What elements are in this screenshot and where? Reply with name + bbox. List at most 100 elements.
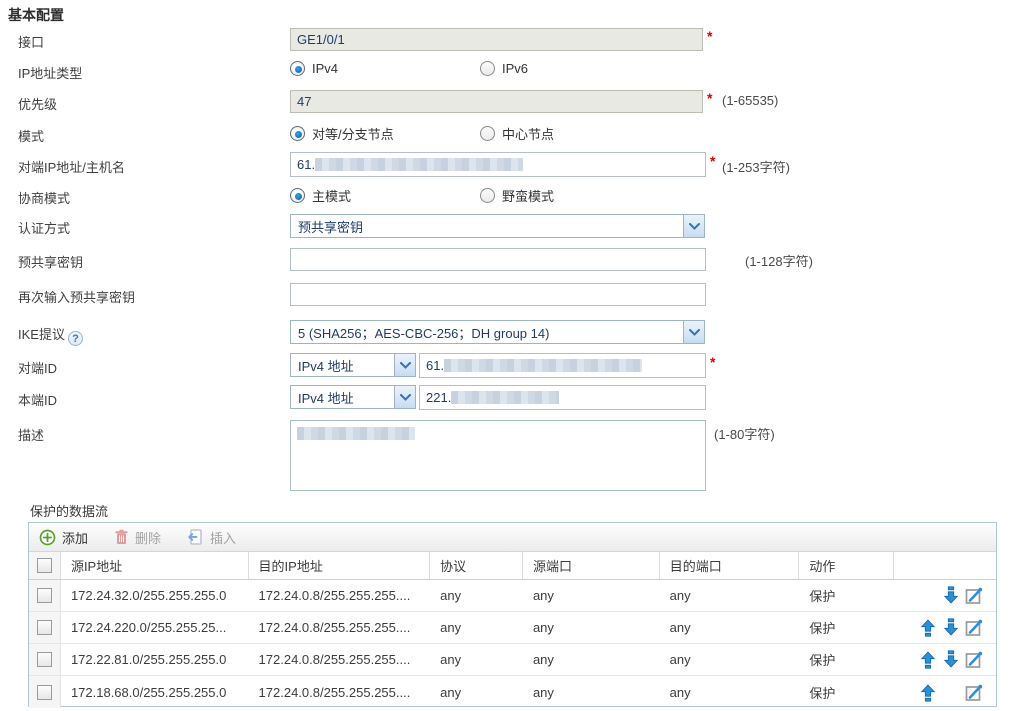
nego-mode-radio-aggressive[interactable]: 野蛮模式: [480, 186, 554, 205]
up-arrow-icon: [920, 651, 936, 669]
help-icon[interactable]: ?: [67, 331, 83, 346]
chevron-down-icon[interactable]: [683, 321, 704, 343]
local-id-value-prefix: 221.: [426, 390, 452, 405]
ip-type-radio-ipv4[interactable]: IPv4: [290, 61, 338, 76]
psk-confirm-input[interactable]: [290, 283, 706, 306]
edit-button[interactable]: [964, 650, 984, 670]
auth-method-value: 预共享密钥: [298, 219, 364, 235]
trash-icon: [115, 529, 128, 544]
radio-selected-icon[interactable]: [290, 61, 305, 76]
psk-label: 预共享密钥: [18, 255, 84, 270]
mode-radio-peer[interactable]: 对等/分支节点: [290, 124, 394, 143]
row-checkbox[interactable]: [36, 684, 52, 700]
radio-selected-icon[interactable]: [290, 188, 305, 203]
local-id-type-select[interactable]: IPv4 地址: [290, 385, 416, 409]
peer-ip-required-asterisk: *: [710, 153, 716, 169]
redacted-blur: [451, 391, 560, 404]
delete-button-label: 删除: [135, 530, 162, 546]
edit-button[interactable]: [964, 682, 984, 702]
peer-id-required-asterisk: *: [710, 354, 716, 370]
add-button[interactable]: 添加: [39, 528, 88, 547]
cell-action: 保护: [809, 685, 836, 701]
cell-action: 保护: [809, 653, 836, 668]
flows-toolbar: 添加 删除 插入: [29, 523, 996, 552]
ike-proposal-select[interactable]: 5 (SHA256；AES-CBC-256；DH group 14): [290, 320, 705, 344]
up-arrow-icon: [920, 683, 936, 702]
move-down-button[interactable]: [941, 618, 961, 638]
up-arrow-icon: [920, 619, 936, 637]
cell-src-port: any: [532, 620, 554, 635]
radio-unselected-icon[interactable]: [480, 188, 495, 203]
auth-method-select[interactable]: 预共享密钥: [290, 214, 705, 238]
insert-left-arrow-icon: [188, 529, 202, 545]
peer-id-label: 对端ID: [18, 361, 58, 376]
ike-proposal-value: 5 (SHA256；AES-CBC-256；DH group 14): [298, 325, 550, 341]
radio-unselected-icon[interactable]: [480, 61, 495, 76]
delete-button[interactable]: 删除: [114, 528, 161, 547]
cell-protocol: any: [440, 684, 462, 700]
description-label: 描述: [18, 428, 45, 443]
move-down-button[interactable]: [941, 650, 961, 670]
ike-proposal-label: IKE提议?: [18, 324, 83, 346]
priority-required-asterisk: *: [707, 90, 713, 106]
cell-dst-ip: 172.24.0.8/255.255.255....: [258, 588, 411, 603]
peer-ip-input[interactable]: 61.: [290, 152, 706, 177]
down-arrow-icon: [943, 586, 959, 604]
move-up-button[interactable]: [918, 682, 938, 702]
insert-button-label: 插入: [210, 530, 237, 546]
cell-dst-ip: 172.24.0.8/255.255.255....: [258, 652, 411, 667]
select-all-cell: [29, 552, 61, 579]
move-up-button[interactable]: [918, 618, 938, 638]
ip-type-radio-ipv6[interactable]: IPv6: [480, 61, 528, 76]
radio-selected-icon[interactable]: [290, 126, 305, 141]
table-row: 172.24.32.0/255.255.255.0 172.24.0.8/255…: [29, 580, 996, 612]
radio-unselected-icon[interactable]: [480, 126, 495, 141]
flows-table-header: 源IP地址 目的IP地址 协议 源端口 目的端口 动作: [29, 552, 996, 580]
row-checkbox[interactable]: [36, 652, 52, 667]
local-id-input[interactable]: 221.: [419, 385, 706, 410]
move-up-button[interactable]: [918, 650, 938, 670]
cell-src-port: any: [532, 652, 554, 667]
redacted-blur: [315, 158, 524, 171]
cell-action: 保护: [809, 621, 836, 636]
psk-confirm-label: 再次输入预共享密钥: [18, 290, 136, 305]
cell-dst-port: any: [669, 684, 691, 700]
mode-hub-label: 中心节点: [502, 127, 555, 142]
peer-ip-value-prefix: 61.: [297, 157, 316, 172]
chevron-down-icon[interactable]: [394, 386, 415, 408]
select-all-checkbox[interactable]: [36, 558, 52, 573]
cell-src-port: any: [532, 684, 554, 700]
col-header-src-port: 源端口: [523, 552, 660, 579]
row-checkbox[interactable]: [36, 588, 52, 603]
peer-id-input[interactable]: 61.: [419, 353, 706, 378]
peer-id-type-select[interactable]: IPv4 地址: [290, 353, 416, 377]
description-hint: (1-80字符): [714, 427, 775, 442]
cell-protocol: any: [440, 652, 462, 667]
chevron-down-icon[interactable]: [394, 354, 415, 376]
chevron-down-icon[interactable]: [683, 215, 704, 237]
mode-radio-hub[interactable]: 中心节点: [480, 124, 554, 143]
table-row: 172.22.81.0/255.255.255.0 172.24.0.8/255…: [29, 644, 996, 676]
cell-dst-ip: 172.24.0.8/255.255.255....: [258, 620, 411, 635]
priority-input[interactable]: [290, 90, 703, 113]
row-checkbox[interactable]: [36, 620, 52, 635]
nego-aggressive-label: 野蛮模式: [502, 189, 555, 204]
description-textarea[interactable]: [290, 420, 706, 491]
nego-mode-radio-main[interactable]: 主模式: [290, 186, 351, 205]
peer-ip-hint: (1-253字符): [722, 160, 790, 175]
redacted-blur: [297, 427, 415, 440]
interface-label: 接口: [18, 35, 45, 50]
protected-flows-table: 添加 删除 插入 源IP地址 目的IP地址 协议 源端口 目的端口 动作 172…: [28, 522, 997, 708]
edit-button[interactable]: [964, 586, 984, 606]
section-title-protected-flows: 保护的数据流: [30, 504, 109, 519]
move-down-button[interactable]: [941, 586, 961, 606]
interface-input[interactable]: [290, 28, 703, 51]
psk-input[interactable]: [290, 248, 706, 271]
cell-action: 保护: [809, 589, 836, 604]
priority-hint: (1-65535): [722, 93, 779, 108]
pencil-square-icon: [965, 684, 982, 701]
priority-label: 优先级: [18, 97, 58, 112]
cell-src-ip: 172.24.32.0/255.255.255.0: [70, 588, 227, 603]
insert-button[interactable]: 插入: [187, 528, 236, 547]
edit-button[interactable]: [964, 618, 984, 638]
